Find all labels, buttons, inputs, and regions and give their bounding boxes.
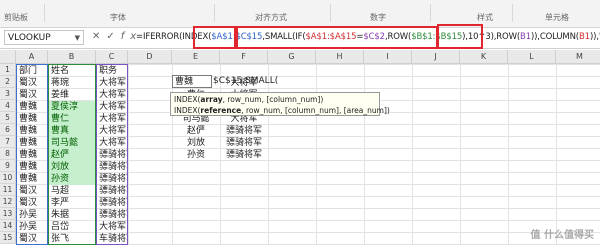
- ribbon: 剪贴板 字体 对齐方式 数字 样式 单元格: [0, 0, 600, 28]
- column-header-a[interactable]: A: [16, 50, 48, 64]
- result-title-cell[interactable]: 骠骑将军: [220, 137, 268, 149]
- formula-segment: =IFERROR(INDEX(: [136, 32, 212, 42]
- grid-line: [556, 64, 557, 245]
- row-header-5[interactable]: 5: [0, 112, 16, 124]
- tooltip-text: , row_num, [column_num], [area_num]): [241, 106, 390, 115]
- formula-segment: ,ROW(: [384, 32, 412, 42]
- enter-icon[interactable]: ✓: [106, 31, 120, 42]
- result-name-cell[interactable]: 孙资: [172, 149, 220, 161]
- column-header-c[interactable]: C: [96, 50, 128, 64]
- row-header-10[interactable]: 10: [0, 172, 16, 184]
- row-header-12[interactable]: 12: [0, 196, 16, 208]
- formula-bar-buttons: ✕✓fx: [92, 31, 142, 42]
- column-header-d[interactable]: D: [128, 50, 172, 64]
- grid-line: [412, 64, 413, 245]
- formula-segment: )),""): [589, 32, 600, 42]
- ribbon-group-number[interactable]: 数字: [370, 12, 386, 23]
- tooltip-arg-array[interactable]: array: [200, 95, 222, 104]
- range-highlight-b: [48, 64, 96, 245]
- formula-segment: $A$1:$C$15: [211, 32, 263, 42]
- row-header-7[interactable]: 7: [0, 136, 16, 148]
- ribbon-divider: [330, 4, 331, 22]
- column-header-l[interactable]: L: [508, 50, 556, 64]
- result-name-cell[interactable]: 赵俨: [172, 125, 220, 137]
- row-header-11[interactable]: 11: [0, 184, 16, 196]
- result-name-cell[interactable]: 刘放: [172, 137, 220, 149]
- cancel-icon[interactable]: ✕: [92, 31, 106, 42]
- formula-bar: VLOOKUP ▼ ✕✓fx =IFERROR(INDEX($A$1:$C$15…: [0, 28, 600, 49]
- tooltip-arg-reference[interactable]: reference: [200, 106, 241, 115]
- grid-line: [460, 64, 461, 245]
- ribbon-divider: [214, 4, 215, 22]
- ribbon-group-cells[interactable]: 单元格: [545, 12, 569, 23]
- tooltip-text: , row_num, [column_num]): [222, 95, 324, 104]
- watermark: 值 什么值得买: [530, 230, 594, 241]
- formula-segment: ,SMALL(IF(: [262, 32, 306, 42]
- ribbon-group-styles[interactable]: 样式: [477, 12, 493, 23]
- lookup-key-cell[interactable]: 曹魏: [173, 76, 211, 88]
- chevron-down-icon[interactable]: ▼: [75, 31, 80, 46]
- tooltip-text: INDEX(: [174, 95, 201, 104]
- ribbon-group-clipboard[interactable]: 剪贴板: [4, 12, 28, 23]
- formula-segment: )),COLUMN(: [530, 32, 579, 42]
- formula-segment: $C$2: [363, 32, 385, 42]
- row-header-8[interactable]: 8: [0, 148, 16, 160]
- row-header-14[interactable]: 14: [0, 220, 16, 232]
- formula-segment: B1: [520, 32, 531, 42]
- column-header-b[interactable]: B: [48, 50, 96, 64]
- formula-segment: $B$1:$B$15: [411, 32, 463, 42]
- range-highlight-a: [16, 64, 48, 245]
- name-box-value: VLOOKUP: [8, 33, 51, 43]
- row-header-3[interactable]: 3: [0, 88, 16, 100]
- grid-line: [128, 64, 129, 245]
- select-all-corner[interactable]: [0, 50, 16, 64]
- row-header-2[interactable]: 2: [0, 76, 16, 88]
- formula-segment: B1: [578, 32, 590, 42]
- formula-segment: ),10^3),ROW(: [462, 32, 521, 42]
- column-header-k[interactable]: K: [460, 50, 508, 64]
- row-header-4[interactable]: 4: [0, 100, 16, 112]
- column-header-e[interactable]: E: [172, 50, 220, 64]
- ribbon-divider: [512, 4, 513, 22]
- ribbon-group-alignment[interactable]: 对齐方式: [255, 12, 287, 23]
- formula-input[interactable]: =IFERROR(INDEX($A$1:$C$15,SMALL(IF($A$1:…: [136, 32, 600, 42]
- function-tooltip: INDEX(array, row_num, [column_num]) INDE…: [170, 92, 390, 116]
- range-highlight-c: [96, 64, 128, 245]
- tooltip-text: INDEX(: [174, 106, 201, 115]
- formula-segment: $A$1:$A$15: [305, 32, 357, 42]
- row-header-6[interactable]: 6: [0, 124, 16, 136]
- row-header-15[interactable]: 15: [0, 232, 16, 244]
- ribbon-divider: [44, 4, 45, 22]
- result-title-cell[interactable]: 骠骑将军: [220, 149, 268, 161]
- result-title-cell[interactable]: 骠骑将军: [220, 125, 268, 137]
- grid-line: [508, 64, 509, 245]
- row-header-9[interactable]: 9: [0, 160, 16, 172]
- cell-editing-text[interactable]: $C$15,SMALL(: [213, 75, 278, 87]
- row-header-1[interactable]: 1: [0, 64, 16, 76]
- name-box[interactable]: VLOOKUP ▼: [4, 30, 84, 45]
- column-header-j[interactable]: J: [412, 50, 460, 64]
- column-header-g[interactable]: G: [268, 50, 316, 64]
- column-header-f[interactable]: F: [220, 50, 268, 64]
- ribbon-divider: [430, 4, 431, 22]
- ribbon-group-font[interactable]: 字体: [110, 12, 126, 23]
- row-header-13[interactable]: 13: [0, 208, 16, 220]
- column-header-h[interactable]: H: [316, 50, 364, 64]
- column-header-i[interactable]: I: [364, 50, 412, 64]
- column-header-m[interactable]: M: [556, 50, 600, 64]
